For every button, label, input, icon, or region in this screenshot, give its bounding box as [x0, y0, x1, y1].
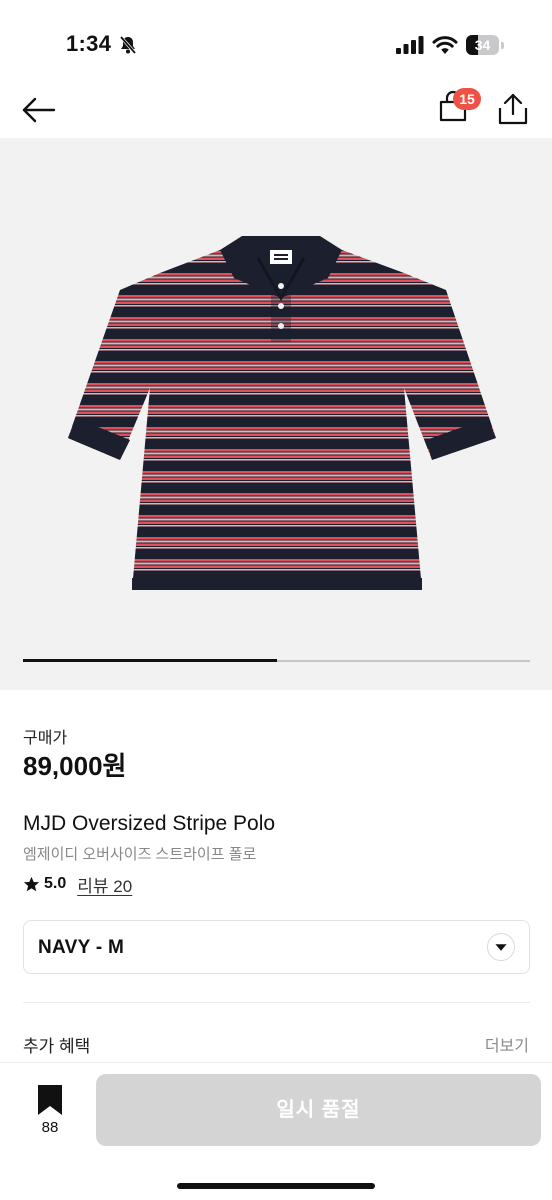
- price-label: 구매가: [23, 730, 68, 747]
- benefit-title: 추가 혜택: [23, 1037, 91, 1056]
- bottom-action-bar: 88 일시 품절: [0, 1062, 552, 1200]
- shopping-bag-button[interactable]: 15: [436, 88, 482, 130]
- share-icon[interactable]: [496, 92, 530, 126]
- bell-slash-icon: [119, 35, 137, 55]
- rating-score: 5.0: [44, 875, 67, 892]
- status-time: 1:34: [66, 31, 112, 56]
- battery-icon: 34: [466, 35, 504, 55]
- product-gallery[interactable]: [0, 138, 552, 690]
- benefit-more-link[interactable]: 더보기: [485, 1032, 529, 1056]
- review-link[interactable]: 리뷰 20: [77, 872, 132, 897]
- gallery-progress-track: [23, 659, 530, 662]
- sold-out-button[interactable]: 일시 품절: [96, 1074, 541, 1146]
- cellular-signal-icon: [396, 36, 424, 54]
- bookmark-button[interactable]: 88: [30, 1085, 70, 1137]
- star-icon: [23, 876, 40, 891]
- arrow-left-icon[interactable]: [20, 92, 58, 128]
- top-nav: 15: [0, 88, 552, 138]
- product-name: MJD Oversized Stripe Polo: [23, 812, 276, 835]
- option-select[interactable]: NAVY - M: [23, 920, 530, 974]
- option-selected-value: NAVY - M: [38, 937, 125, 958]
- gallery-progress-indicator: [23, 659, 277, 662]
- battery-level-text: 34: [474, 37, 491, 53]
- status-bar: 1:34 34: [0, 0, 552, 88]
- bookmark-icon: [38, 1085, 62, 1115]
- home-indicator: [177, 1183, 375, 1189]
- product-image: [68, 236, 496, 590]
- bookmark-count: 88: [41, 1119, 59, 1136]
- product-detail-screen: 1:34 34 15 구매가 89,000원 MJD Oversized Str…: [0, 0, 552, 1200]
- chevron-down-icon: [487, 933, 515, 961]
- cart-count-badge: 15: [453, 88, 481, 110]
- wifi-icon: [432, 36, 458, 54]
- product-name-korean: 엠제이디 오버사이즈 스트라이프 폴로: [23, 846, 257, 863]
- price: 89,000원: [23, 751, 127, 781]
- rating-row: 5.0 리뷰 20: [23, 872, 132, 897]
- section-divider: [23, 1002, 530, 1003]
